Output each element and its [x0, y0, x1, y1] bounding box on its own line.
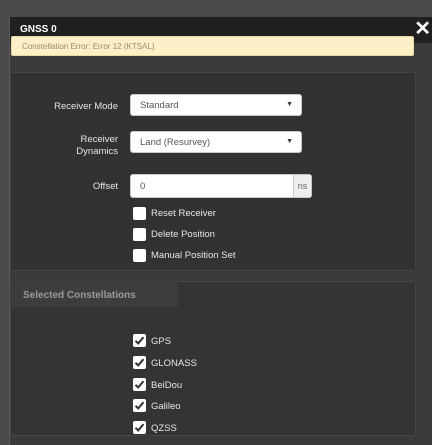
offset-input[interactable]: [131, 175, 287, 197]
offset-label: Offset: [92, 181, 118, 192]
qzss-checkbox[interactable]: [133, 421, 146, 434]
gps-checkbox[interactable]: [133, 334, 146, 347]
qzss-label: QZSS: [151, 423, 177, 434]
checkmark-icon: [134, 380, 145, 389]
receiver-dynamics-label-line2: Dynamics: [76, 146, 118, 157]
galileo-checkbox[interactable]: [133, 399, 146, 412]
reset-receiver-label: Reset Receiver: [151, 208, 216, 219]
glonass-checkbox[interactable]: [133, 356, 146, 369]
selected-constellations-legend: Selected Constellations: [23, 290, 136, 301]
receiver-dynamics-select[interactable]: Land (Resurvey) ▼: [130, 131, 302, 153]
receiver-dynamics-label-line1: Receiver: [80, 134, 119, 145]
dialog-title: GNSS 0: [20, 24, 57, 35]
delete-position-checkbox[interactable]: [133, 228, 146, 241]
alert-text: Constellation Error: Error 12 (KTSAL): [22, 42, 155, 51]
manual-position-set-label: Manual Position Set: [151, 250, 236, 261]
reset-receiver-checkbox[interactable]: [133, 207, 146, 220]
manual-position-set-checkbox[interactable]: [133, 249, 146, 262]
close-icon[interactable]: ✕: [414, 18, 431, 40]
checkmark-icon: [134, 423, 145, 432]
beidou-checkbox[interactable]: [133, 378, 146, 391]
receiver-mode-label: Receiver Mode: [54, 101, 118, 112]
receiver-mode-value: Standard: [140, 100, 179, 111]
caret-down-icon: ▼: [286, 138, 293, 145]
receiver-mode-select[interactable]: Standard ▼: [130, 94, 302, 116]
offset-input-group: ns: [130, 174, 312, 198]
delete-position-label: Delete Position: [151, 229, 215, 240]
glonass-label: GLONASS: [151, 358, 197, 369]
beidou-label: BeiDou: [151, 380, 183, 391]
gps-label: GPS: [151, 336, 172, 347]
receiver-dynamics-value: Land (Resurvey): [140, 137, 211, 148]
constellation-error-alert: Constellation Error: Error 12 (KTSAL): [11, 36, 414, 56]
receiver-dynamics-label: Receiver Dynamics: [30, 134, 118, 158]
caret-down-icon: ▼: [286, 101, 293, 108]
offset-unit-addon: ns: [293, 175, 311, 197]
galileo-label: Galileo: [151, 401, 181, 412]
checkmark-icon: [134, 401, 145, 410]
checkmark-icon: [134, 336, 145, 345]
checkmark-icon: [134, 358, 145, 367]
